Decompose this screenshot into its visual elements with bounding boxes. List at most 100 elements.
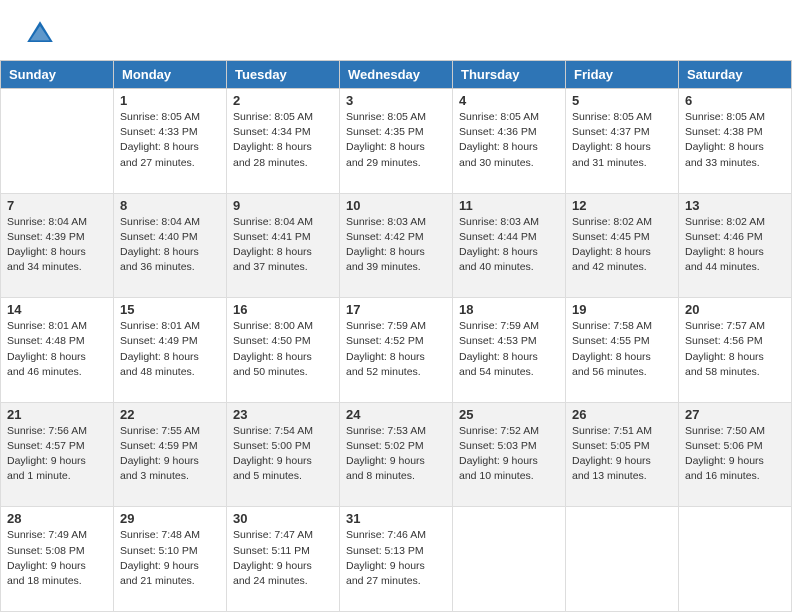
day-info: Sunrise: 7:48 AM Sunset: 5:10 PM Dayligh… xyxy=(120,528,220,589)
day-info: Sunrise: 8:05 AM Sunset: 4:33 PM Dayligh… xyxy=(120,110,220,171)
day-cell-10: 10 Sunrise: 8:03 AM Sunset: 4:42 PM Dayli… xyxy=(340,193,453,298)
day-info: Sunrise: 8:00 AM Sunset: 4:50 PM Dayligh… xyxy=(233,319,333,380)
week-row-4: 21 Sunrise: 7:56 AM Sunset: 4:57 PM Dayli… xyxy=(1,402,792,507)
day-cell-30: 30 Sunrise: 7:47 AM Sunset: 5:11 PM Dayli… xyxy=(227,507,340,612)
day-number: 19 xyxy=(572,302,672,317)
day-info: Sunrise: 8:03 AM Sunset: 4:42 PM Dayligh… xyxy=(346,215,446,276)
day-cell-1: 1 Sunrise: 8:05 AM Sunset: 4:33 PM Daylig… xyxy=(114,89,227,194)
empty-cell xyxy=(566,507,679,612)
day-number: 26 xyxy=(572,407,672,422)
day-info: Sunrise: 8:01 AM Sunset: 4:48 PM Dayligh… xyxy=(7,319,107,380)
day-cell-12: 12Sunrise: 8:02 AM Sunset: 4:45 PM Dayli… xyxy=(566,193,679,298)
logo-icon xyxy=(24,18,56,50)
day-info: Sunrise: 7:58 AM Sunset: 4:55 PM Dayligh… xyxy=(572,319,672,380)
day-cell-9: 9 Sunrise: 8:04 AM Sunset: 4:41 PM Daylig… xyxy=(227,193,340,298)
day-info: Sunrise: 7:53 AM Sunset: 5:02 PM Dayligh… xyxy=(346,424,446,485)
day-cell-18: 18Sunrise: 7:59 AM Sunset: 4:53 PM Dayli… xyxy=(453,298,566,403)
day-number: 3 xyxy=(346,93,446,108)
day-number: 20 xyxy=(685,302,785,317)
page: SundayMondayTuesdayWednesdayThursdayFrid… xyxy=(0,0,792,612)
day-info: Sunrise: 8:04 AM Sunset: 4:39 PM Dayligh… xyxy=(7,215,107,276)
week-row-3: 14 Sunrise: 8:01 AM Sunset: 4:48 PM Dayli… xyxy=(1,298,792,403)
day-cell-16: 16 Sunrise: 8:00 AM Sunset: 4:50 PM Dayli… xyxy=(227,298,340,403)
day-info: Sunrise: 7:55 AM Sunset: 4:59 PM Dayligh… xyxy=(120,424,220,485)
day-info: Sunrise: 7:57 AM Sunset: 4:56 PM Dayligh… xyxy=(685,319,785,380)
col-header-tuesday: Tuesday xyxy=(227,61,340,89)
day-cell-8: 8 Sunrise: 8:04 AM Sunset: 4:40 PM Daylig… xyxy=(114,193,227,298)
day-number: 28 xyxy=(7,511,107,526)
day-number: 10 xyxy=(346,198,446,213)
day-info: Sunrise: 8:04 AM Sunset: 4:41 PM Dayligh… xyxy=(233,215,333,276)
day-cell-21: 21 Sunrise: 7:56 AM Sunset: 4:57 PM Dayli… xyxy=(1,402,114,507)
day-number: 9 xyxy=(233,198,333,213)
day-info: Sunrise: 7:49 AM Sunset: 5:08 PM Dayligh… xyxy=(7,528,107,589)
day-cell-28: 28 Sunrise: 7:49 AM Sunset: 5:08 PM Dayli… xyxy=(1,507,114,612)
day-info: Sunrise: 8:05 AM Sunset: 4:36 PM Dayligh… xyxy=(459,110,559,171)
day-info: Sunrise: 7:47 AM Sunset: 5:11 PM Dayligh… xyxy=(233,528,333,589)
day-number: 1 xyxy=(120,93,220,108)
day-info: Sunrise: 7:46 AM Sunset: 5:13 PM Dayligh… xyxy=(346,528,446,589)
week-row-2: 7 Sunrise: 8:04 AM Sunset: 4:39 PM Daylig… xyxy=(1,193,792,298)
day-info: Sunrise: 7:56 AM Sunset: 4:57 PM Dayligh… xyxy=(7,424,107,485)
col-header-monday: Monday xyxy=(114,61,227,89)
col-header-sunday: Sunday xyxy=(1,61,114,89)
day-number: 22 xyxy=(120,407,220,422)
day-cell-20: 20 Sunrise: 7:57 AM Sunset: 4:56 PM Dayli… xyxy=(679,298,792,403)
day-info: Sunrise: 8:02 AM Sunset: 4:45 PM Dayligh… xyxy=(572,215,672,276)
day-cell-15: 15Sunrise: 8:01 AM Sunset: 4:49 PM Dayli… xyxy=(114,298,227,403)
day-number: 31 xyxy=(346,511,446,526)
day-cell-13: 13Sunrise: 8:02 AM Sunset: 4:46 PM Dayli… xyxy=(679,193,792,298)
day-number: 29 xyxy=(120,511,220,526)
day-number: 30 xyxy=(233,511,333,526)
day-cell-31: 31 Sunrise: 7:46 AM Sunset: 5:13 PM Dayli… xyxy=(340,507,453,612)
day-number: 15 xyxy=(120,302,220,317)
day-number: 27 xyxy=(685,407,785,422)
day-number: 24 xyxy=(346,407,446,422)
week-row-5: 28 Sunrise: 7:49 AM Sunset: 5:08 PM Dayli… xyxy=(1,507,792,612)
day-cell-19: 19 Sunrise: 7:58 AM Sunset: 4:55 PM Dayli… xyxy=(566,298,679,403)
day-number: 8 xyxy=(120,198,220,213)
day-cell-4: 4Sunrise: 8:05 AM Sunset: 4:36 PM Daylig… xyxy=(453,89,566,194)
col-header-wednesday: Wednesday xyxy=(340,61,453,89)
week-row-1: 1 Sunrise: 8:05 AM Sunset: 4:33 PM Daylig… xyxy=(1,89,792,194)
day-number: 6 xyxy=(685,93,785,108)
day-cell-2: 2Sunrise: 8:05 AM Sunset: 4:34 PM Daylig… xyxy=(227,89,340,194)
day-number: 21 xyxy=(7,407,107,422)
day-info: Sunrise: 7:50 AM Sunset: 5:06 PM Dayligh… xyxy=(685,424,785,485)
day-number: 13 xyxy=(685,198,785,213)
day-cell-29: 29 Sunrise: 7:48 AM Sunset: 5:10 PM Dayli… xyxy=(114,507,227,612)
header xyxy=(0,0,792,60)
day-number: 2 xyxy=(233,93,333,108)
day-number: 5 xyxy=(572,93,672,108)
day-info: Sunrise: 7:54 AM Sunset: 5:00 PM Dayligh… xyxy=(233,424,333,485)
day-info: Sunrise: 7:52 AM Sunset: 5:03 PM Dayligh… xyxy=(459,424,559,485)
day-info: Sunrise: 7:59 AM Sunset: 4:52 PM Dayligh… xyxy=(346,319,446,380)
day-info: Sunrise: 8:05 AM Sunset: 4:38 PM Dayligh… xyxy=(685,110,785,171)
col-header-thursday: Thursday xyxy=(453,61,566,89)
day-cell-23: 23 Sunrise: 7:54 AM Sunset: 5:00 PM Dayli… xyxy=(227,402,340,507)
day-cell-14: 14 Sunrise: 8:01 AM Sunset: 4:48 PM Dayli… xyxy=(1,298,114,403)
day-cell-3: 3 Sunrise: 8:05 AM Sunset: 4:35 PM Daylig… xyxy=(340,89,453,194)
day-cell-24: 24 Sunrise: 7:53 AM Sunset: 5:02 PM Dayli… xyxy=(340,402,453,507)
day-number: 11 xyxy=(459,198,559,213)
empty-cell xyxy=(453,507,566,612)
logo xyxy=(24,18,60,50)
day-cell-6: 6 Sunrise: 8:05 AM Sunset: 4:38 PM Daylig… xyxy=(679,89,792,194)
day-info: Sunrise: 8:03 AM Sunset: 4:44 PM Dayligh… xyxy=(459,215,559,276)
day-info: Sunrise: 8:05 AM Sunset: 4:37 PM Dayligh… xyxy=(572,110,672,171)
empty-cell xyxy=(1,89,114,194)
day-info: Sunrise: 8:04 AM Sunset: 4:40 PM Dayligh… xyxy=(120,215,220,276)
day-number: 16 xyxy=(233,302,333,317)
day-info: Sunrise: 8:05 AM Sunset: 4:35 PM Dayligh… xyxy=(346,110,446,171)
col-header-friday: Friday xyxy=(566,61,679,89)
day-info: Sunrise: 7:51 AM Sunset: 5:05 PM Dayligh… xyxy=(572,424,672,485)
day-info: Sunrise: 7:59 AM Sunset: 4:53 PM Dayligh… xyxy=(459,319,559,380)
day-cell-22: 22 Sunrise: 7:55 AM Sunset: 4:59 PM Dayli… xyxy=(114,402,227,507)
day-number: 14 xyxy=(7,302,107,317)
day-number: 7 xyxy=(7,198,107,213)
day-cell-26: 26 Sunrise: 7:51 AM Sunset: 5:05 PM Dayli… xyxy=(566,402,679,507)
day-cell-27: 27 Sunrise: 7:50 AM Sunset: 5:06 PM Dayli… xyxy=(679,402,792,507)
day-number: 23 xyxy=(233,407,333,422)
day-cell-17: 17Sunrise: 7:59 AM Sunset: 4:52 PM Dayli… xyxy=(340,298,453,403)
calendar-table: SundayMondayTuesdayWednesdayThursdayFrid… xyxy=(0,60,792,612)
